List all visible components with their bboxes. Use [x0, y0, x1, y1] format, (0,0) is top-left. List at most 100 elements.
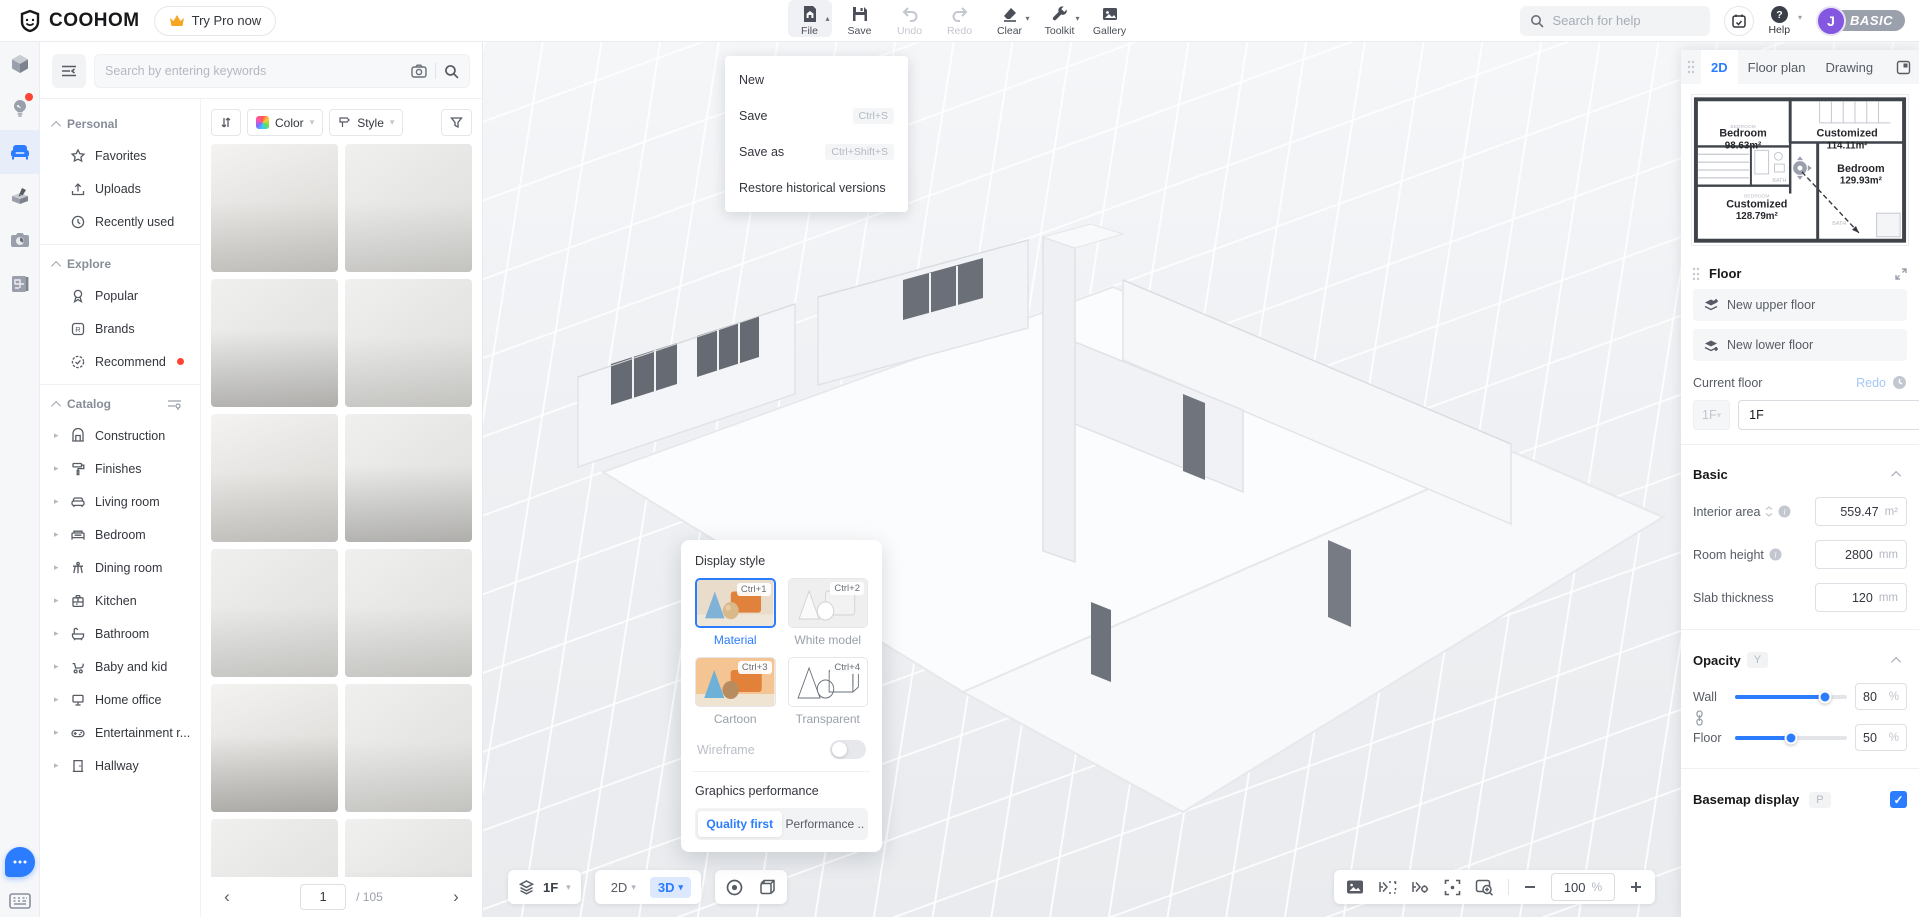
expand-caret-icon[interactable]: ▸: [54, 727, 59, 738]
basic-section-header[interactable]: Basic: [1681, 455, 1919, 490]
quality-first-tab[interactable]: Quality first: [698, 811, 782, 837]
floor-redo-button[interactable]: Redo: [1856, 376, 1886, 390]
expand-caret-icon[interactable]: ▸: [54, 694, 59, 705]
display-style-cube-icon[interactable]: [758, 878, 777, 897]
interior-area-input[interactable]: 559.47 m²: [1815, 497, 1907, 526]
snapshot-image-icon[interactable]: [1346, 879, 1364, 895]
toolkit-button[interactable]: ▾ Toolkit: [1038, 0, 1082, 37]
floor-opacity-input[interactable]: 50 %: [1855, 724, 1907, 751]
menu-item-restore-versions[interactable]: Restore historical versions: [725, 170, 908, 206]
wireframe-toggle[interactable]: [830, 740, 866, 759]
product-thumbnail[interactable]: [345, 414, 472, 542]
performance-tab[interactable]: Performance ...: [782, 811, 866, 837]
new-lower-floor-button[interactable]: New lower floor: [1693, 329, 1907, 361]
coohom-logo[interactable]: COOHOM: [0, 9, 154, 33]
sidebar-item-home-office[interactable]: ▸ Home office: [40, 683, 200, 716]
product-thumbnail[interactable]: [211, 549, 338, 677]
expand-caret-icon[interactable]: ▸: [54, 562, 59, 573]
keyword-search-input[interactable]: [105, 64, 403, 78]
avatar[interactable]: J: [1816, 5, 1847, 36]
floorplan-minimap[interactable]: BEDROOM Bedroom 98.63m² Customized 114.1…: [1691, 94, 1909, 246]
display-option-white-model[interactable]: Ctrl+2 White model: [787, 578, 868, 647]
sidebar-item-construction[interactable]: ▸ Construction: [40, 419, 200, 452]
floor-selector-pill[interactable]: 1F ▾: [508, 870, 581, 904]
link-values-icon[interactable]: [1695, 710, 1704, 726]
sidebar-item-hallway[interactable]: ▸ Hallway: [40, 749, 200, 782]
rail-model-library[interactable]: [0, 130, 40, 174]
rail-customize[interactable]: [0, 174, 40, 218]
menu-item-save-as[interactable]: Save as Ctrl+Shift+S: [725, 134, 908, 170]
zoom-out-button[interactable]: [1523, 880, 1537, 894]
expand-caret-icon[interactable]: ▸: [54, 628, 59, 639]
product-thumbnail[interactable]: [211, 144, 338, 272]
zoom-region-icon[interactable]: [1475, 879, 1494, 896]
tab-drawing[interactable]: Drawing: [1815, 50, 1883, 84]
sidebar-item-finishes[interactable]: ▸ Finishes: [40, 452, 200, 485]
search-submit-icon[interactable]: [444, 64, 459, 79]
help-button[interactable]: ? ▾ Help: [1768, 5, 1802, 36]
section-personal[interactable]: Personal: [40, 107, 200, 139]
expand-caret-icon[interactable]: ▸: [54, 529, 59, 540]
display-option-material[interactable]: Ctrl+1 Material: [695, 578, 776, 647]
collapse-catalog-button[interactable]: [52, 54, 86, 88]
sort-button[interactable]: [211, 109, 241, 136]
history-clock-icon[interactable]: [1892, 375, 1907, 390]
sidebar-item-bathroom[interactable]: ▸ Bathroom: [40, 617, 200, 650]
whats-new-button[interactable]: [1724, 5, 1755, 36]
camera-view-icon[interactable]: [1378, 879, 1397, 895]
mode-3d-button[interactable]: 3D ▾: [649, 876, 692, 898]
gallery-button[interactable]: Gallery: [1088, 0, 1132, 37]
help-search-input[interactable]: Search for help: [1520, 5, 1711, 36]
product-thumbnail[interactable]: [211, 279, 338, 407]
display-option-cartoon[interactable]: Ctrl+3 Cartoon: [695, 657, 776, 726]
product-thumbnail[interactable]: [211, 414, 338, 542]
slab-thickness-input[interactable]: 120 mm: [1815, 583, 1907, 612]
sidebar-item-bedroom[interactable]: ▸ Bedroom: [40, 518, 200, 551]
product-thumbnail[interactable]: [345, 144, 472, 272]
tab-2d[interactable]: 2D: [1701, 50, 1738, 84]
product-thumbnail[interactable]: [345, 819, 472, 877]
rail-inspiration[interactable]: [0, 86, 40, 130]
expand-caret-icon[interactable]: ▸: [54, 496, 59, 507]
sidebar-item-baby-and-kid[interactable]: ▸ Baby and kid: [40, 650, 200, 683]
sidebar-item-uploads[interactable]: Uploads: [40, 172, 200, 205]
expand-caret-icon[interactable]: ▸: [54, 430, 59, 441]
product-thumbnail[interactable]: [345, 684, 472, 812]
detach-panel-icon[interactable]: [1888, 60, 1919, 75]
display-option-transparent[interactable]: Ctrl+4 Transparent: [787, 657, 868, 726]
rail-design-tool[interactable]: [0, 42, 40, 86]
sidebar-item-dining-room[interactable]: ▸ Dining room: [40, 551, 200, 584]
collapse-chevron-icon[interactable]: [1891, 656, 1902, 667]
mode-2d-button[interactable]: 2D ▾: [605, 877, 642, 898]
style-filter-dropdown[interactable]: Style ▾: [329, 109, 404, 136]
collapse-chevron-icon[interactable]: [1891, 470, 1902, 481]
expand-diagonal-icon[interactable]: [1895, 267, 1907, 280]
info-icon[interactable]: i: [1769, 548, 1782, 561]
expand-caret-icon[interactable]: ▸: [54, 760, 59, 771]
sidebar-item-favorites[interactable]: Favorites: [40, 139, 200, 172]
try-pro-button[interactable]: Try Pro now: [153, 5, 277, 36]
section-catalog[interactable]: Catalog: [40, 387, 200, 419]
file-button[interactable]: ▴ File: [787, 0, 832, 37]
sidebar-item-recommend[interactable]: Recommend: [40, 345, 200, 378]
tab-floor-plan[interactable]: Floor plan: [1738, 50, 1816, 84]
floor-name-input[interactable]: [1738, 400, 1919, 430]
image-search-camera-icon[interactable]: [411, 64, 427, 78]
sidebar-item-recently-used[interactable]: Recently used: [40, 205, 200, 238]
color-filter-dropdown[interactable]: Color ▾: [247, 109, 324, 136]
sidebar-item-brands[interactable]: R Brands: [40, 312, 200, 345]
menu-item-new[interactable]: New: [725, 62, 908, 98]
basemap-checkbox[interactable]: ✓: [1890, 791, 1907, 808]
product-thumbnail[interactable]: [345, 279, 472, 407]
save-button[interactable]: Save: [838, 0, 882, 37]
wall-opacity-input[interactable]: 80 %: [1855, 683, 1907, 710]
info-icon[interactable]: i: [1778, 505, 1791, 518]
sidebar-item-kitchen[interactable]: ▸ Kitchen: [40, 584, 200, 617]
drag-handle-icon[interactable]: [1689, 267, 1703, 281]
expand-caret-icon[interactable]: ▸: [54, 595, 59, 606]
visibility-eye-icon[interactable]: [725, 878, 744, 897]
page-number-input[interactable]: [300, 884, 347, 910]
section-explore[interactable]: Explore: [40, 247, 200, 279]
shortcut-keyboard-icon[interactable]: [9, 893, 31, 909]
room-height-input[interactable]: 2800 mm: [1815, 540, 1907, 569]
